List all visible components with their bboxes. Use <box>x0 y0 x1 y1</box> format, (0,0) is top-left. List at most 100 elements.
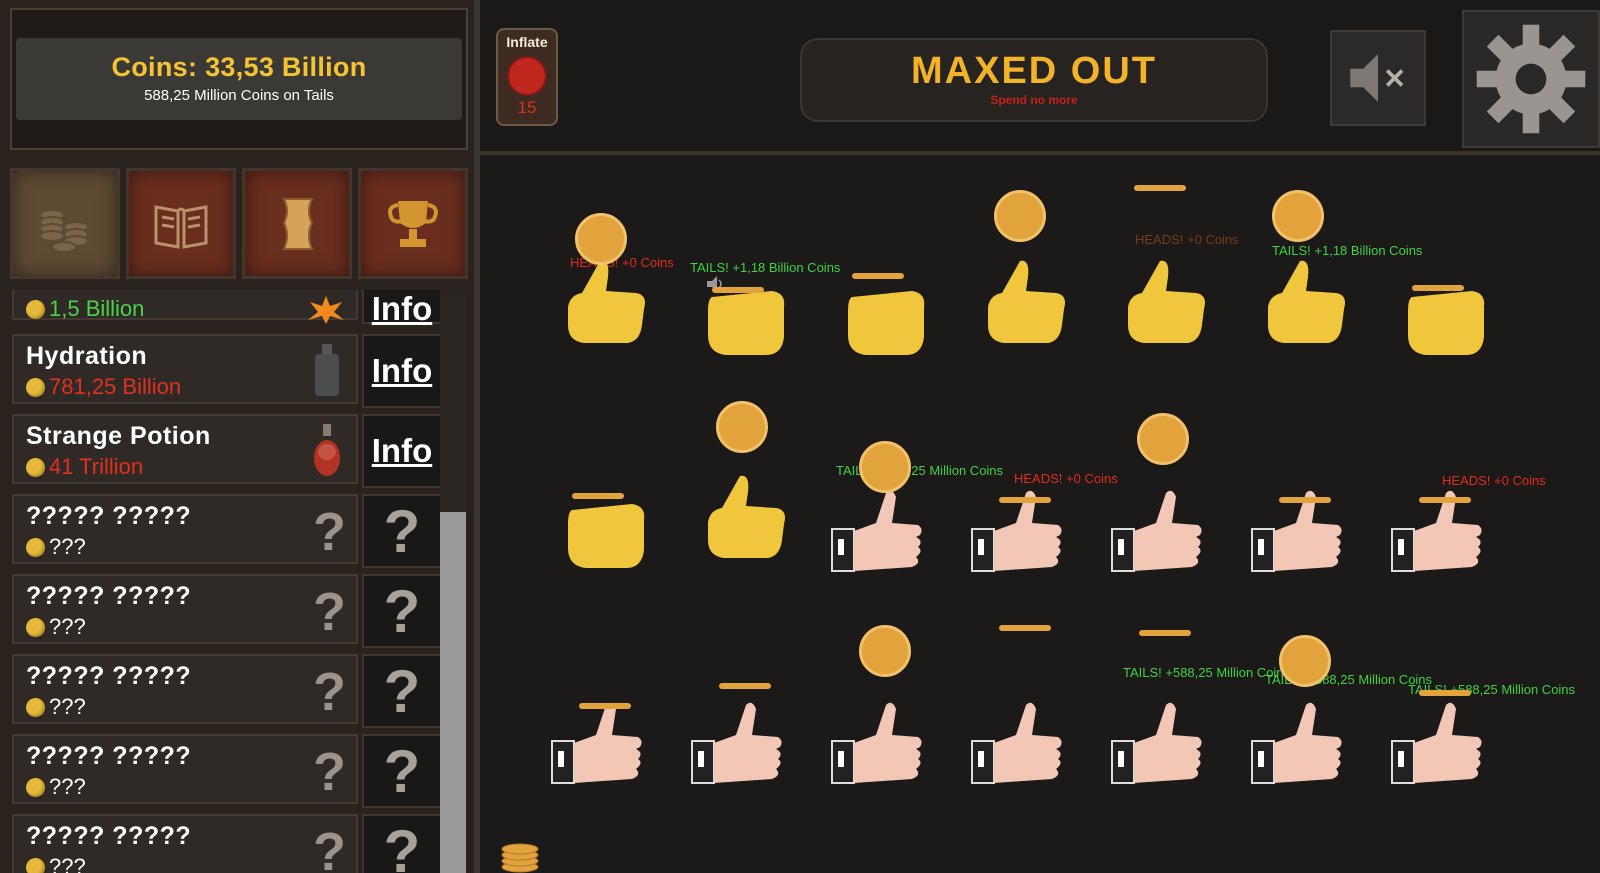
shop-list: 1,5 Billion Info Hydration 781,25 Billio <box>10 290 450 873</box>
coin-icon <box>1137 413 1189 465</box>
thumbs-up-icon <box>568 260 645 343</box>
flipping-hand-icon <box>831 702 922 784</box>
book-icon <box>154 204 208 249</box>
coin-icon <box>1419 497 1471 503</box>
coin-icon <box>859 441 911 493</box>
question-mark-icon: ? <box>313 822 346 873</box>
coin-icon <box>26 777 45 797</box>
question-mark-icon: ? <box>313 742 346 802</box>
muted-speaker-icon <box>1350 53 1404 103</box>
tab-scroll[interactable] <box>242 168 352 279</box>
coin-icon <box>26 537 45 557</box>
fist-icon <box>848 291 925 355</box>
shop-item-card: Strange Potion 41 Trillion <box>12 414 358 484</box>
locked-button[interactable]: ? <box>362 734 442 808</box>
coin-icon <box>1279 635 1331 687</box>
coin-icon <box>26 697 45 717</box>
explosion-icon <box>308 296 344 324</box>
coin-icon <box>26 457 45 477</box>
thumbs-up-icon <box>708 475 785 558</box>
shop-item-card: 1,5 Billion <box>12 290 358 324</box>
inflate-button[interactable]: Inflate 15 <box>496 28 558 126</box>
flipping-hand-icon <box>1391 702 1482 784</box>
coin-icon <box>1272 190 1324 242</box>
flipping-hand-icon <box>691 702 782 784</box>
left-panel: Coins: 33,53 Billion 588,25 Million Coin… <box>0 0 480 873</box>
fist-icon <box>1408 291 1485 355</box>
coin-icon <box>26 377 45 397</box>
shop-row-locked: ????? ????? ??? ? ? <box>10 494 446 570</box>
inflate-count: 15 <box>517 98 537 117</box>
inflate-icon <box>507 56 547 96</box>
flipping-hand-icon <box>1251 702 1342 784</box>
coin-icon <box>1134 185 1186 191</box>
shop-item-card: ????? ????? ??? ? <box>12 814 358 873</box>
shop-item-name: ????? ????? <box>26 502 192 530</box>
shop-item-price: ??? <box>26 854 86 873</box>
inflate-label: Inflate <box>506 34 548 50</box>
thumbs-up-icon <box>1128 260 1205 343</box>
shop-item-price: ??? <box>26 534 86 560</box>
trophy-icon <box>388 200 438 247</box>
coin-icon <box>994 190 1046 242</box>
flipping-hand-icon <box>1111 702 1202 784</box>
coin-counter: Coins: 33,53 Billion 588,25 Million Coin… <box>16 38 462 120</box>
coin-icon <box>1279 497 1331 503</box>
flipping-hand-icon <box>831 490 922 572</box>
shop-item-card: ????? ????? ??? ? <box>12 494 358 564</box>
settings-button[interactable] <box>1462 10 1600 148</box>
coin-icon <box>852 273 904 279</box>
info-button[interactable]: Info <box>362 414 442 488</box>
thumbs-up-icon <box>1268 260 1345 343</box>
coin-icon <box>859 625 911 677</box>
coin-icon <box>1412 285 1464 291</box>
tab-book[interactable] <box>126 168 236 279</box>
coin-flip-field: HEADS! +0 Coins TAILS! +1,18 Billion Coi… <box>480 155 1600 873</box>
tab-bar <box>10 168 472 281</box>
game-root: Coins: 33,53 Billion 588,25 Million Coin… <box>0 0 1600 873</box>
coins-on-tails: 588,25 Million Coins on Tails <box>144 87 334 104</box>
coin-icon <box>716 401 768 453</box>
shop-item-name: ????? ????? <box>26 662 192 690</box>
coin-icon <box>575 213 627 265</box>
shop-item-name: ????? ????? <box>26 742 192 770</box>
shop-row-strange-potion: Strange Potion 41 Trillion Info <box>10 414 446 490</box>
shop-item-price: ??? <box>26 614 86 640</box>
tab-trophy[interactable] <box>358 168 468 279</box>
shop-row-partial: 1,5 Billion Info <box>10 290 446 327</box>
coin-counter-panel: Coins: 33,53 Billion 588,25 Million Coin… <box>10 8 468 150</box>
locked-button[interactable]: ? <box>362 814 442 873</box>
gear-icon <box>1476 24 1586 134</box>
coin-icon <box>1419 690 1471 696</box>
coin-icon <box>712 287 764 293</box>
coin-stack-icon <box>39 208 89 253</box>
coin-icon <box>999 625 1051 631</box>
tab-coins[interactable] <box>10 168 120 279</box>
shop-item-card: ????? ????? ??? ? <box>12 574 358 644</box>
thumbs-up-icon <box>988 260 1065 343</box>
info-button[interactable]: Info <box>362 290 442 327</box>
shop-scrollbar[interactable] <box>440 290 466 873</box>
coin-icon <box>579 703 631 709</box>
coin-icon <box>719 683 771 689</box>
shop-item-card: ????? ????? ??? ? <box>12 734 358 804</box>
shop-item-card: ????? ????? ??? ? <box>12 654 358 724</box>
coin-icon <box>999 497 1051 503</box>
shop-item-card: Hydration 781,25 Billion <box>12 334 358 404</box>
shop-item-name: ????? ????? <box>26 822 192 850</box>
locked-button[interactable]: ? <box>362 574 442 648</box>
coin-icon <box>572 493 624 499</box>
coin-pile-icon <box>501 843 539 873</box>
coin-icon <box>26 617 45 637</box>
flip-result-text: HEADS! +0 Coins <box>1135 232 1239 247</box>
info-button[interactable]: Info <box>362 334 442 408</box>
locked-button[interactable]: ? <box>362 494 442 568</box>
maxed-out-button[interactable]: MAXED OUT Spend no more <box>800 38 1268 122</box>
mute-button[interactable] <box>1330 30 1426 126</box>
shop-scrollbar-thumb[interactable] <box>440 512 466 873</box>
scroll-icon <box>282 197 314 250</box>
coin-icon <box>26 299 45 319</box>
locked-button[interactable]: ? <box>362 654 442 728</box>
flipping-hand-icon <box>971 702 1062 784</box>
top-bar: Inflate 15 MAXED OUT Spend no more <box>480 0 1600 155</box>
